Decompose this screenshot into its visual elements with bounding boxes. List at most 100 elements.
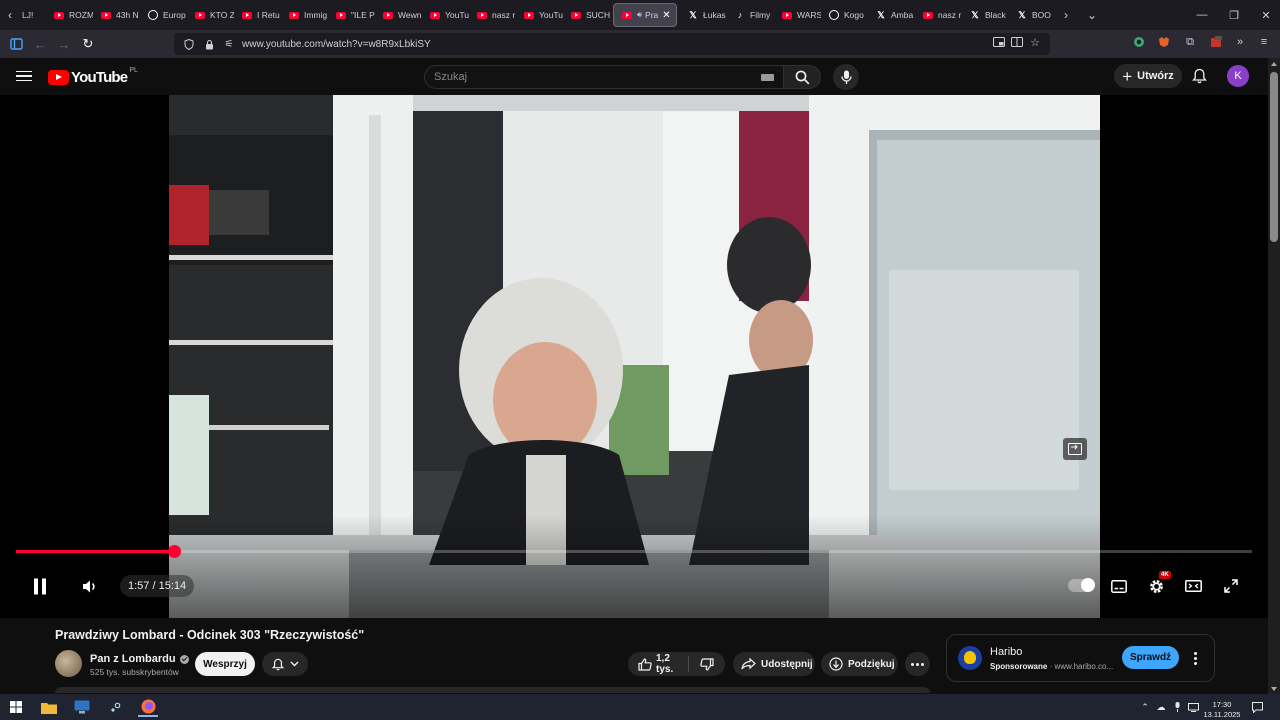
ad-cta-button[interactable]: Sprawdź [1122, 646, 1179, 669]
windows-start-icon[interactable] [6, 697, 26, 717]
minimize-icon[interactable]: — [1186, 0, 1218, 30]
tab[interactable]: I Retu [234, 0, 281, 30]
tab-active[interactable]: 🔊︎ Pra ✕ [613, 3, 677, 27]
tab[interactable]: nasz r [469, 0, 516, 30]
address-bar[interactable]: ⚟ www.youtube.com/watch?v=w8R9xLbkiSY [174, 33, 1050, 55]
tab-audio-icon[interactable]: 🔊︎ [637, 10, 642, 20]
support-button[interactable]: Wesprzyj [195, 652, 255, 676]
tab-scroll-left-icon[interactable]: ‹ [0, 0, 20, 30]
mute-button[interactable] [79, 574, 101, 598]
tracking-shield-icon[interactable] [182, 37, 196, 51]
pause-button[interactable] [29, 574, 51, 598]
page-permissions-icon[interactable]: ⚟ [222, 37, 236, 51]
like-count[interactable]: 1,2 tys. [656, 653, 688, 675]
remote-desktop-icon[interactable] [72, 697, 92, 717]
firefox-taskbar-icon[interactable] [138, 697, 158, 717]
tab[interactable]: 43h N [93, 0, 140, 30]
tab[interactable]: ROZM [46, 0, 93, 30]
tab-scroll-right-icon[interactable]: › [1056, 0, 1076, 30]
url-text: www.youtube.com/watch?v=w8R9xLbkiSY [242, 38, 431, 50]
scroll-down-arrow-icon[interactable] [1271, 687, 1277, 691]
back-icon[interactable]: ← [28, 32, 52, 56]
fox-extension-icon[interactable] [1156, 34, 1172, 50]
subtitles-button[interactable] [1108, 574, 1130, 598]
share-arrow-icon [741, 658, 756, 670]
virtual-keyboard-icon[interactable] [761, 74, 774, 81]
search-input[interactable] [434, 71, 734, 83]
vpn-extension-icon[interactable] [1131, 34, 1147, 50]
tab-close-icon[interactable]: ✕ [662, 10, 670, 21]
tab[interactable]: WARS [774, 0, 821, 30]
page-scrollbar[interactable] [1268, 58, 1280, 694]
bookmark-star-icon[interactable]: ☆ [1027, 34, 1043, 50]
like-button[interactable] [628, 652, 656, 676]
extensions-puzzle-icon[interactable]: ⧉ [1182, 34, 1198, 50]
video-player[interactable]: 1:57 / 15:14 4K [0, 95, 1268, 618]
tab[interactable]: "ILE P [328, 0, 375, 30]
reader-view-icon[interactable] [1009, 34, 1025, 50]
close-window-icon[interactable]: ✕ [1250, 0, 1280, 30]
tab[interactable]: Wewn [375, 0, 422, 30]
tab[interactable]: LJ! [20, 0, 46, 30]
subscriber-count: 525 tys. subskrybentów [90, 667, 179, 677]
notification-center-icon[interactable] [1250, 700, 1264, 714]
thanks-button[interactable]: Podziękuj [821, 652, 898, 676]
sidebar-toggle-icon[interactable] [4, 32, 28, 56]
share-button[interactable]: Udostępnij [733, 652, 815, 676]
onedrive-icon[interactable]: ☁ [1154, 700, 1168, 714]
controls-gradient [0, 515, 1268, 618]
tab[interactable]: YouTu [422, 0, 469, 30]
scrollbar-thumb[interactable] [1270, 72, 1278, 242]
sponsored-ad-card[interactable]: Haribo Sponsorowane · www.haribo.co... S… [946, 634, 1215, 682]
restore-icon[interactable]: ❐ [1218, 0, 1250, 30]
tab[interactable]: ♪ Filmy [727, 0, 774, 30]
youtube-logo[interactable]: YouTube PL [48, 67, 138, 86]
steam-icon[interactable] [105, 697, 125, 717]
tab[interactable]: 𝕏 BOO [1009, 0, 1056, 30]
tab[interactable]: SUCH [563, 0, 610, 30]
notifications-button[interactable] [1189, 66, 1209, 86]
tab[interactable]: Europ [140, 0, 187, 30]
tab[interactable]: YouTu [516, 0, 563, 30]
autoplay-toggle[interactable] [1068, 578, 1095, 592]
theater-mode-button[interactable] [1182, 574, 1204, 598]
taskbar-clock[interactable]: 17:30 13.11.2025 [1200, 700, 1244, 720]
channel-avatar[interactable] [55, 650, 82, 677]
dislike-button[interactable] [689, 652, 724, 676]
scroll-up-arrow-icon[interactable] [1271, 62, 1277, 66]
subscription-notifications-button[interactable] [262, 652, 308, 676]
tab[interactable]: 𝕏 Łukas [680, 0, 727, 30]
search-box[interactable] [424, 65, 783, 89]
more-actions-button[interactable] [905, 652, 930, 676]
tab[interactable]: Immig [281, 0, 328, 30]
queue-overlay-icon[interactable] [1063, 438, 1087, 460]
voice-search-button[interactable] [833, 64, 859, 90]
tab[interactable]: 𝕏 Black [962, 0, 1009, 30]
channel-name-row[interactable]: Pan z Lombardu [90, 653, 189, 665]
progress-bar[interactable] [16, 545, 1252, 558]
adblock-extension-icon[interactable] [1208, 34, 1224, 50]
lock-icon[interactable] [202, 37, 216, 51]
tab[interactable]: KTO Z [187, 0, 234, 30]
account-avatar[interactable]: K [1227, 65, 1249, 87]
tab[interactable]: 𝕏 Amba [868, 0, 915, 30]
tab[interactable]: nasz r [915, 0, 962, 30]
forward-icon[interactable]: → [52, 32, 76, 56]
microphone-tray-icon[interactable] [1170, 700, 1184, 714]
tab[interactable]: Kogo [821, 0, 868, 30]
ad-menu-icon[interactable] [1189, 649, 1201, 667]
file-explorer-icon[interactable] [39, 697, 59, 717]
guide-menu-icon[interactable] [16, 68, 32, 84]
picture-in-picture-icon[interactable] [991, 34, 1007, 50]
description-box[interactable] [55, 687, 930, 693]
create-button[interactable]: + Utwórz [1114, 64, 1182, 88]
fullscreen-button[interactable] [1220, 574, 1242, 598]
overflow-chevrons-icon[interactable]: » [1232, 34, 1248, 50]
tab-list-dropdown-icon[interactable]: ⌄ [1082, 0, 1102, 30]
reload-icon[interactable]: ↻ [76, 32, 100, 56]
tray-overflow-icon[interactable]: ⌃ [1138, 700, 1152, 714]
app-menu-icon[interactable]: ≡ [1256, 34, 1272, 50]
channel-name[interactable]: Pan z Lombardu [90, 653, 176, 665]
network-icon[interactable] [1186, 700, 1200, 714]
search-button[interactable] [783, 65, 821, 89]
